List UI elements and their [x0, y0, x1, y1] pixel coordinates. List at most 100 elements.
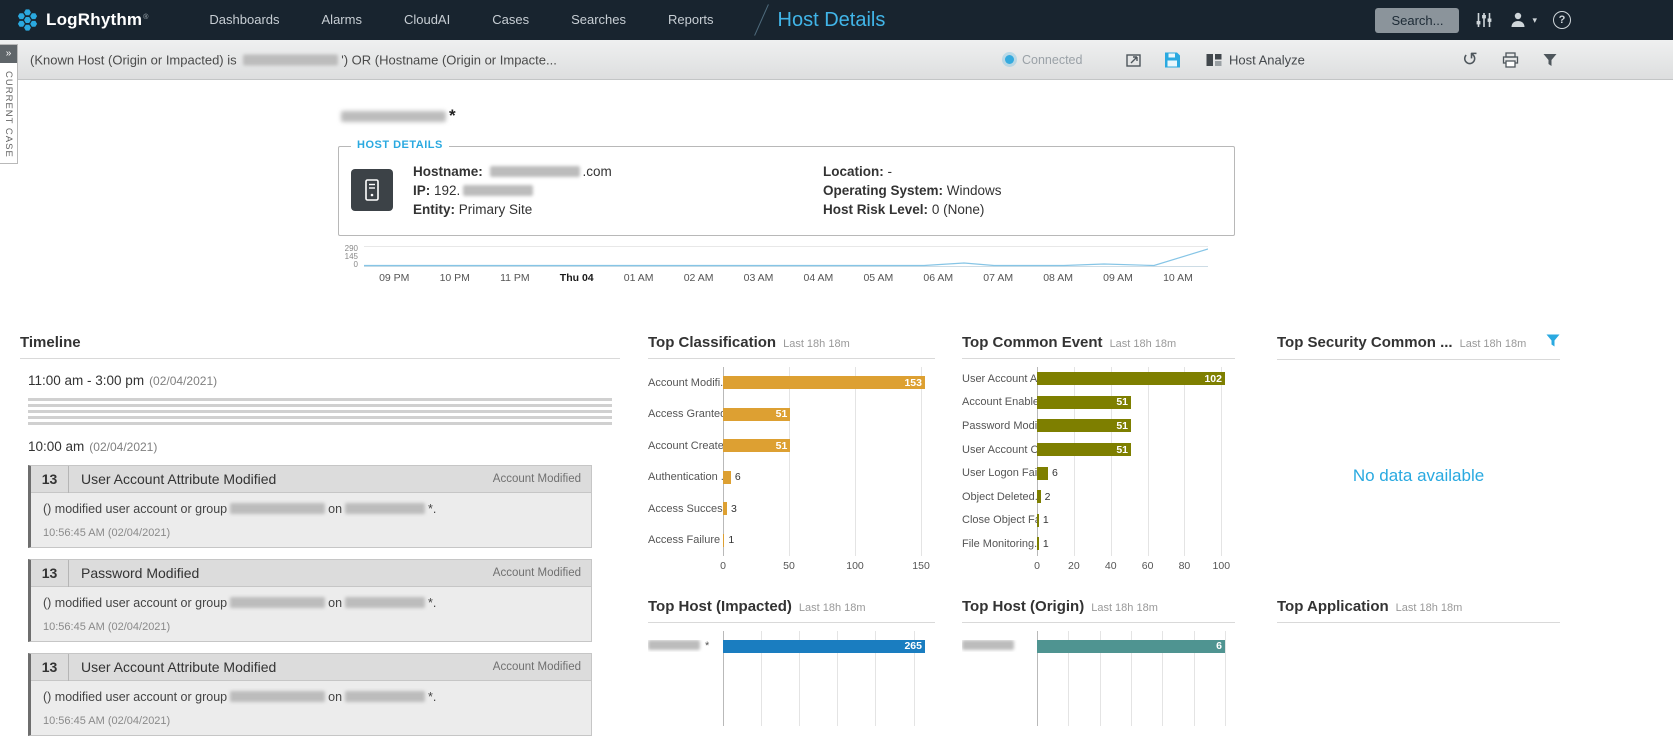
panel-title: Top Application — [1277, 598, 1389, 615]
nav-item-cases[interactable]: Cases — [471, 0, 550, 40]
reset-view-icon[interactable]: ↺ — [1462, 50, 1478, 69]
chart-bar[interactable]: 102 — [1037, 372, 1225, 385]
chart-bar[interactable] — [1037, 514, 1039, 527]
chart-bar-value: 6 — [1052, 467, 1058, 479]
chart-axis-tick: 150 — [912, 560, 930, 572]
chart-bar[interactable]: 51 — [723, 439, 790, 452]
primary-nav: DashboardsAlarmsCloudAICasesSearchesRepo… — [188, 0, 734, 40]
chart-row: User Logon Fail...6 — [962, 461, 1235, 485]
chart-bar-value: 1 — [1043, 538, 1049, 550]
nav-item-searches[interactable]: Searches — [550, 0, 647, 40]
chart-bar[interactable] — [723, 471, 731, 484]
topbar-actions: Search... ▾ ? — [1375, 0, 1571, 40]
chart-bar[interactable]: 153 — [723, 376, 925, 389]
nav-item-cloudai[interactable]: CloudAI — [383, 0, 471, 40]
chart-row-label: Authentication ... — [648, 471, 723, 483]
search-toolbar: (Known Host (Origin or Impacted) is ') O… — [0, 40, 1673, 80]
chart-bar[interactable]: 265 — [723, 640, 925, 653]
user-menu[interactable]: ▾ — [1509, 11, 1537, 29]
connection-status: Connected — [1005, 53, 1082, 67]
filter-sliders-icon[interactable] — [1475, 12, 1493, 28]
chart-bar-track: 51 — [1037, 419, 1225, 432]
chart-row: User Account A...102 — [962, 367, 1235, 391]
search-button[interactable]: Search... — [1375, 8, 1459, 33]
event-timestamp: 10:56:45 AM (02/04/2021) — [43, 527, 579, 539]
chart-bar[interactable] — [1037, 467, 1048, 480]
chart-bar-track: 265 — [723, 640, 925, 653]
chart-bar-value: 6 — [735, 471, 741, 483]
chart-axis-tick: 80 — [1179, 560, 1191, 572]
logrhythm-logo[interactable]: LogRhythm ® — [16, 8, 148, 32]
chart-row: Account Created 51 — [648, 430, 935, 462]
chart-row: Access Granted51 — [648, 399, 935, 431]
timeline-group-label: 10:00 am(02/04/2021) — [28, 439, 620, 454]
chart-row: File Monitoring... 1 — [962, 532, 1235, 556]
nav-item-reports[interactable]: Reports — [647, 0, 735, 40]
chart-row: Close Object Fai...1 — [962, 509, 1235, 533]
chart-bar-track: 153 — [723, 376, 925, 389]
chart-row-label: Account Created — [648, 440, 723, 452]
chart-row-label: Account Enabled — [962, 396, 1037, 408]
redacted-ip-value — [463, 185, 533, 196]
sparkline-x-tick: 07 AM — [983, 272, 1013, 284]
sparkline-x-tick: 09 AM — [1103, 272, 1133, 284]
chart-bar-track: 51 — [723, 439, 925, 452]
collapsed-events-block[interactable] — [28, 398, 612, 425]
panel-top-host-origin: Top Host (Origin) Last 18h 18m 6 — [962, 598, 1235, 661]
current-case-label: CURRENT CASE — [3, 71, 14, 161]
chart-row: Access Success3 — [648, 493, 935, 525]
panel-top-classification: Top Classification Last 18h 18m Account … — [648, 334, 935, 576]
os-row: Operating System: Windows — [823, 181, 1002, 200]
help-icon[interactable]: ? — [1553, 11, 1571, 29]
chart-bar[interactable] — [723, 534, 724, 547]
chart-bar[interactable]: 51 — [1037, 419, 1131, 432]
chart-bar[interactable]: 51 — [1037, 443, 1131, 456]
entity-row: Entity: Primary Site — [413, 200, 612, 219]
timeline-event-card[interactable]: 13 Password Modified Account Modified ()… — [28, 559, 592, 642]
chart-row-label: File Monitoring... — [962, 538, 1037, 550]
event-classification: Account Modified — [493, 473, 591, 485]
current-case-drawer-tab[interactable]: » CURRENT CASE — [0, 44, 18, 164]
chart-axis-tick: 60 — [1142, 560, 1154, 572]
panel-top-application: Top Application Last 18h 18m — [1277, 598, 1560, 631]
hostname-row: Hostname: .com — [413, 162, 612, 181]
chart-bar[interactable] — [1037, 537, 1039, 550]
timeline-event-card[interactable]: 13 User Account Attribute Modified Accou… — [28, 465, 592, 548]
open-in-new-window-icon[interactable] — [1125, 52, 1143, 68]
chart-row-label: User Account C... — [962, 444, 1037, 456]
save-search-icon[interactable] — [1164, 51, 1181, 68]
nav-item-alarms[interactable]: Alarms — [301, 0, 383, 40]
chart-bar[interactable]: 51 — [723, 408, 790, 421]
event-timestamp: 10:56:45 AM (02/04/2021) — [43, 715, 579, 727]
timeline-group-label: 11:00 am - 3:00 pm(02/04/2021) — [28, 373, 620, 388]
chart-bar-track: 1 — [1037, 537, 1225, 550]
chart-row: 6 — [962, 631, 1235, 661]
timeline-event-card[interactable]: 13 User Account Attribute Modified Accou… — [28, 653, 592, 736]
chart-bar-track: 6 — [1037, 467, 1225, 480]
panel-title: Top Host (Impacted) — [648, 598, 792, 615]
chart-axis-tick: 100 — [1213, 560, 1231, 572]
chart-bar-track: 51 — [1037, 443, 1225, 456]
nav-item-dashboards[interactable]: Dashboards — [188, 0, 300, 40]
sparkline-x-axis: 09 PM10 PM11 PMThu 0401 AM02 AM03 AM04 A… — [364, 272, 1208, 284]
host-details-left-column: Hostname: .com IP: 192. Entity: Primary … — [413, 162, 612, 219]
security-common-event-chart: No data available — [1277, 368, 1560, 583]
chart-bar-value: 3 — [731, 503, 737, 515]
chart-bar-track: 1 — [1037, 514, 1225, 527]
chart-bar[interactable]: 51 — [1037, 396, 1131, 409]
expand-drawer-icon[interactable]: » — [0, 45, 17, 63]
filter-funnel-icon[interactable] — [1543, 53, 1557, 66]
chart-bar[interactable] — [1037, 490, 1041, 503]
chart-bar[interactable] — [723, 502, 727, 515]
chart-bar-value: 51 — [776, 440, 788, 452]
host-details-right-column: Location: - Operating System: Windows Ho… — [823, 162, 1002, 219]
chart-bar-value: 51 — [1116, 420, 1128, 432]
search-filter-expression[interactable]: (Known Host (Origin or Impacted) is ') O… — [30, 52, 557, 67]
host-analyze-button[interactable]: Host Analyze — [1206, 52, 1305, 67]
sparkline-x-tick: 04 AM — [804, 272, 834, 284]
print-icon[interactable] — [1502, 52, 1519, 68]
panel-filter-funnel-icon[interactable] — [1546, 334, 1560, 352]
chart-bar[interactable]: 6 — [1037, 640, 1225, 653]
chart-row: Account Enabled51 — [962, 391, 1235, 415]
event-classification: Account Modified — [493, 567, 591, 579]
